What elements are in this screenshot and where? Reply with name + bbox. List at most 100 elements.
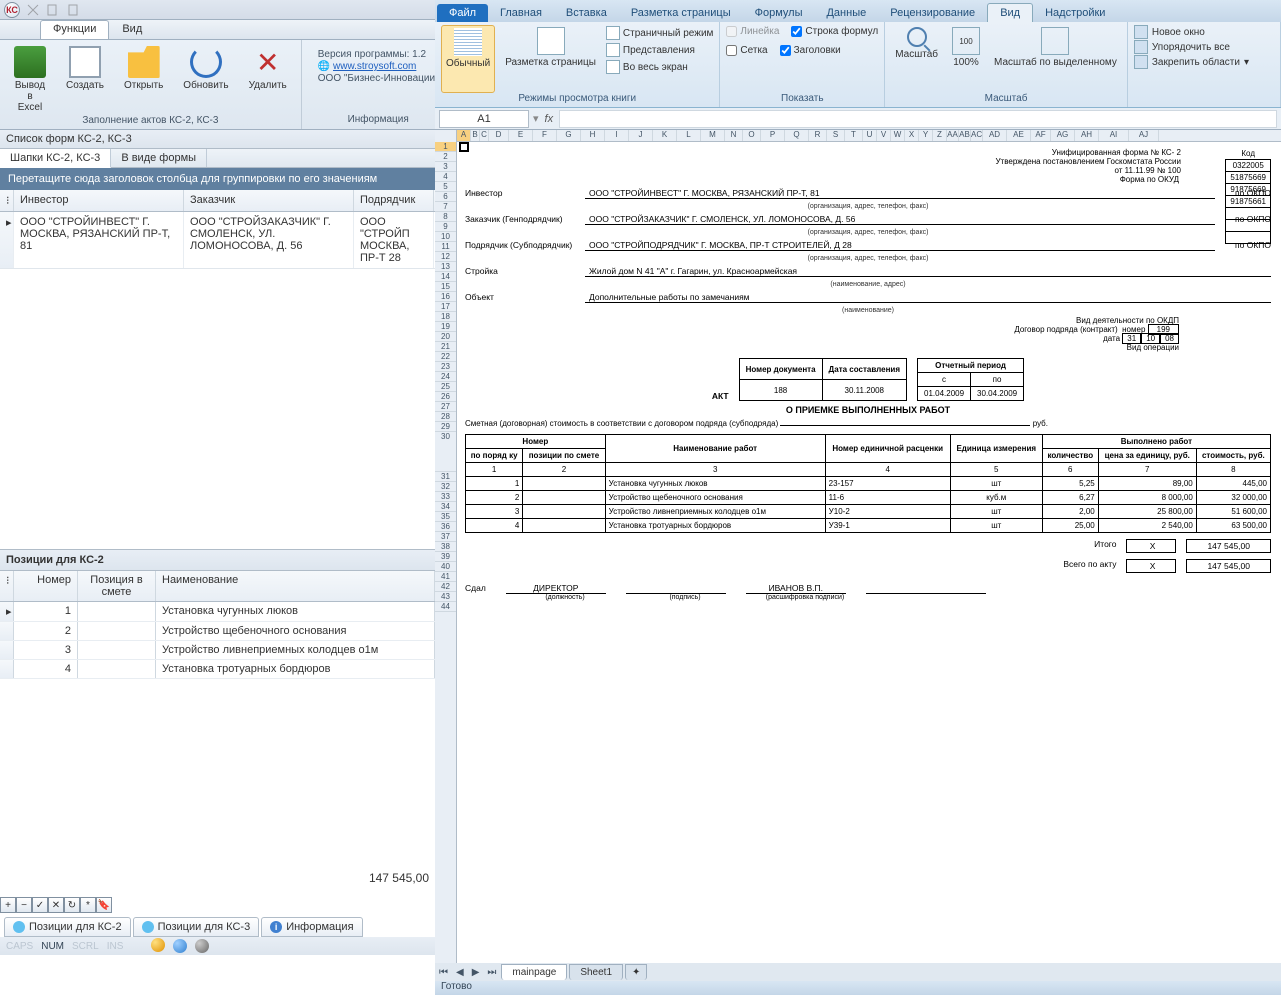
zoom-selection-button[interactable]: Масштаб по выделенному [990,25,1121,93]
qat-cut-icon[interactable] [26,3,40,17]
tab-data[interactable]: Данные [814,4,878,22]
tab-formulas[interactable]: Формулы [743,4,815,22]
group-hint: Перетащите сюда заголовок столбца для гр… [0,168,435,190]
tab-pagelayout[interactable]: Разметка страницы [619,4,743,22]
sheet-tab-new[interactable]: ✦ [625,964,647,980]
sheet-nav-first[interactable]: ⏮ [435,967,452,978]
col-customer[interactable]: Заказчик [184,190,354,211]
col-contractor[interactable]: Подрядчик [354,190,434,211]
position-row[interactable]: ▸1Установка чугунных люков [0,602,435,622]
nav-check[interactable]: ✓ [32,897,48,913]
worksheet[interactable]: ABCD EFGHI JKLMN OPQRS TUVWX YZAAABAC AD… [435,130,1281,963]
create-button[interactable]: Создать [60,44,110,115]
grid-header: ⁝ Инвестор Заказчик Подрядчик [0,190,435,212]
fx-icon[interactable]: fx [539,113,560,125]
tab-functions[interactable]: Функции [40,20,109,39]
record-navigator: + − ✓ ✕ ↻ * 🔖 [0,897,112,915]
grid-row[interactable]: ▸ ООО "СТРОЙИНВЕСТ" Г. МОСКВА, РЯЗАНСКИЙ… [0,212,435,269]
pagebreak-button[interactable]: Страничный режим [606,26,713,40]
forms-grid[interactable]: ⁝ Инвестор Заказчик Подрядчик ▸ ООО "СТР… [0,190,435,269]
tab-file[interactable]: Файл [437,4,488,22]
group-show-label: Показать [726,93,878,104]
ribbon-group-fill-label: Заполнение актов КС-2, КС-3 [82,115,218,126]
formula-input[interactable] [559,110,1277,128]
work-table: Номер Наименование работ Номер единичной… [465,434,1271,533]
freeze-button[interactable]: Закрепить области ▾ [1134,55,1274,69]
gridlines-checkbox[interactable]: Сетка [726,45,767,56]
forms-subtabs: Шапки КС-2, КС-3 В виде формы [0,149,435,168]
left-ribbon: Вывод в Excel Создать Открыть Обновить ✕… [0,40,435,130]
nav-bookmark[interactable]: 🔖 [96,897,112,913]
position-row[interactable]: 3Устройство ливнеприемных колодцев о1м [0,641,435,660]
subtab-formview[interactable]: В виде формы [111,149,207,167]
left-titlebar: КС [0,0,435,20]
pos-col-selector[interactable]: ⁝ [0,571,14,601]
headings-checkbox[interactable]: Заголовки [780,45,841,56]
nav-cancel[interactable]: ✕ [48,897,64,913]
open-button[interactable]: Открыть [118,44,169,115]
export-excel-button[interactable]: Вывод в Excel [8,44,52,115]
name-box[interactable]: A1 [439,110,529,128]
forms-list-title: Список форм КС-2, КС-3 [0,130,435,149]
nav-refresh[interactable]: ↻ [64,897,80,913]
btab-ks2[interactable]: Позиции для КС-2 [4,917,131,937]
excel-pane: Файл Главная Вставка Разметка страницы Ф… [435,0,1281,995]
delete-button[interactable]: ✕Удалить [243,44,293,115]
position-row[interactable]: 4Установка тротуарных бордюров [0,660,435,679]
sheet-tab-sheet1[interactable]: Sheet1 [569,964,623,980]
col-investor[interactable]: Инвестор [14,190,184,211]
pos-col-name[interactable]: Наименование [156,571,435,601]
view-normal-button[interactable]: Обычный [441,25,495,93]
customviews-button[interactable]: Представления [606,43,713,57]
refresh-button[interactable]: Обновить [177,44,234,115]
cell-contractor: ООО "СТРОЙП МОСКВА, ПР-Т 28 [354,212,434,268]
app-logo: КС [4,2,20,18]
btab-ks3[interactable]: Позиции для КС-3 [133,917,260,937]
subtab-headers[interactable]: Шапки КС-2, КС-3 [0,149,111,168]
tab-view[interactable]: Вид [109,20,155,39]
sheet-tab-mainpage[interactable]: mainpage [501,964,567,980]
cell-investor: ООО "СТРОЙИНВЕСТ" Г. МОСКВА, РЯЗАНСКИЙ П… [14,212,184,268]
website-link[interactable]: www.stroysoft.com [333,61,416,72]
bottom-tabs: Позиции для КС-2 Позиции для КС-3 iИнфор… [4,917,363,937]
row-headers[interactable]: 123456789 10111213141516171819 202122232… [435,130,457,963]
qat-copy-icon[interactable] [46,3,60,17]
tab-home[interactable]: Главная [488,4,554,22]
excel-statusbar: Готово [435,981,1281,995]
row-indicator: ▸ [0,212,14,268]
nav-filter[interactable]: * [80,897,96,913]
left-tabs: Функции Вид [0,20,435,40]
col-selector[interactable]: ⁝ [0,190,14,211]
nav-remove[interactable]: − [16,897,32,913]
view-pagelayout-button[interactable]: Разметка страницы [501,25,600,93]
nav-add[interactable]: + [0,897,16,913]
zoom-button[interactable]: Масштаб [891,25,942,93]
zoom-100-button[interactable]: 100100% [948,25,984,93]
formulabar-checkbox[interactable]: Строка формул [791,26,878,37]
formula-bar: A1 ▾ fx [435,108,1281,130]
tab-addins[interactable]: Надстройки [1033,4,1117,22]
arrange-button[interactable]: Упорядочить все [1134,40,1274,54]
document-content: Унифицированная форма № КС- 2 Утверждена… [465,148,1271,601]
sheet-nav-last[interactable]: ⏭ [483,967,500,978]
ribbon-group-info-label: Информация [348,114,409,125]
sheet-tabs: ⏮ ◀ ▶ ⏭ mainpage Sheet1 ✦ [435,963,1281,981]
excel-ribbon: Обычный Разметка страницы Страничный реж… [435,22,1281,108]
tab-view-active[interactable]: Вид [987,3,1033,22]
group-zoom-label: Масштаб [891,93,1121,104]
pos-col-num[interactable]: Номер [14,571,78,601]
positions-title: Позиции для КС-2 [0,549,435,571]
tab-insert[interactable]: Вставка [554,4,619,22]
tab-review[interactable]: Рецензирование [878,4,987,22]
newwindow-button[interactable]: Новое окно [1134,25,1274,39]
sheet-nav-next[interactable]: ▶ [468,967,484,978]
btab-info[interactable]: iИнформация [261,917,362,937]
fullscreen-button[interactable]: Во весь экран [606,60,713,74]
position-row[interactable]: 2Устройство щебеночного основания [0,622,435,641]
pos-col-position[interactable]: Позиция в смете [78,571,156,601]
column-headers[interactable]: ABCD EFGHI JKLMN OPQRS TUVWX YZAAABAC AD… [457,130,1281,142]
sheet-nav-prev[interactable]: ◀ [452,967,468,978]
group-views-label: Режимы просмотра книги [441,93,713,104]
qat-paste-icon[interactable] [66,3,80,17]
ruler-checkbox[interactable]: Линейка [726,26,779,37]
